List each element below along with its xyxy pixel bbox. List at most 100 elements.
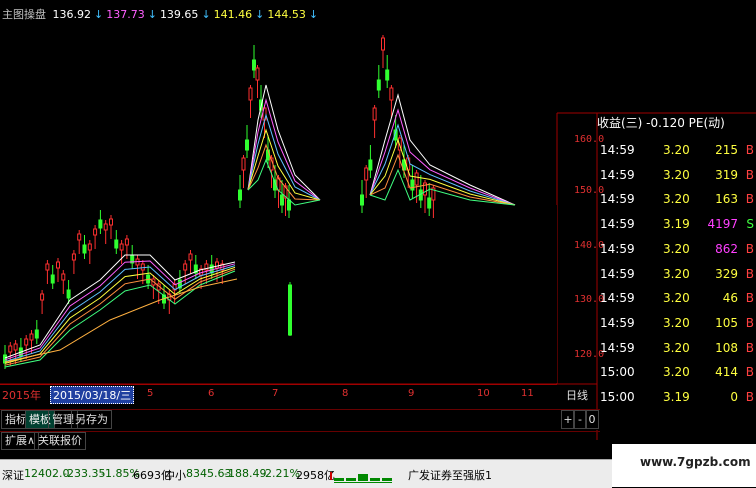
tick-time: 15:00	[600, 390, 635, 404]
month-label: 6	[208, 388, 215, 399]
tick-row: 14:59 3.20 163 B	[600, 187, 756, 211]
tick-time: 14:59	[600, 340, 635, 355]
candle-body	[288, 284, 292, 336]
tick-time: 14:59	[600, 143, 635, 157]
tick-time: 14:59	[600, 266, 635, 281]
candle-body	[24, 338, 29, 346]
candle-body	[140, 263, 145, 271]
sz-change: -233.35	[63, 467, 106, 480]
ma-value: 139.65	[159, 8, 199, 21]
zx-pct: -2.21%	[261, 467, 300, 480]
tab-save-as[interactable]: 另存为	[71, 410, 112, 429]
tick-volume: 414	[715, 365, 738, 380]
tick-price: 3.20	[663, 340, 690, 355]
period-selector[interactable]: 日线	[566, 387, 588, 403]
candle-body	[376, 79, 381, 91]
candle-body	[61, 273, 66, 281]
tick-time: 15:00	[600, 365, 635, 380]
tick-row: 14:59 3.20 329 B	[600, 262, 756, 286]
candle-body	[427, 197, 432, 209]
candle-body	[360, 194, 364, 206]
month-label: 8	[342, 388, 349, 399]
tick-time: 14:59	[600, 217, 635, 232]
tick-side: S	[746, 217, 754, 232]
candle-body	[188, 253, 193, 261]
tick-price: 3.20	[663, 143, 690, 157]
candle-body	[66, 289, 71, 299]
candle-body	[50, 274, 55, 284]
candle-body	[56, 261, 60, 269]
tick-time: 14:59	[600, 315, 635, 330]
tick-price: 3.20	[663, 167, 690, 182]
related-quote-button[interactable]: 关联报价	[34, 432, 86, 450]
candle-body	[124, 238, 129, 246]
tick-row: 15:00 3.20 414 B	[600, 360, 756, 384]
candle-body	[364, 167, 369, 181]
tick-volume: 0	[730, 390, 738, 404]
candle-body	[385, 69, 390, 81]
candle-body	[45, 263, 50, 271]
candle-body	[93, 228, 98, 236]
arrow-down-icon: ↓	[201, 8, 211, 21]
candle-body	[238, 189, 242, 201]
month-label: 7	[272, 388, 279, 399]
tick-side: B	[745, 143, 754, 157]
candle-body	[114, 239, 119, 249]
arrow-down-icon: ↓	[308, 8, 319, 21]
arrow-down-icon: ↓	[147, 8, 157, 21]
tick-side: B	[745, 315, 754, 330]
candle-body	[183, 263, 188, 271]
candle-body	[119, 243, 124, 251]
tick-side: B	[745, 390, 754, 404]
tick-price: 3.19	[663, 390, 690, 404]
broker-label: 广发证券至强版1	[408, 469, 492, 482]
candle-body	[29, 333, 34, 341]
candle-body	[98, 219, 103, 229]
candle-body	[71, 253, 76, 261]
candle-body	[410, 179, 415, 191]
indicator-legend: 主图操盘 136.92 ↓ 137.73 ↓ 139.65 ↓ 141.46 ↓ 144.53 ↓	[2, 8, 324, 22]
ma-value: 137.73	[106, 8, 145, 21]
candle-body	[252, 59, 256, 71]
expand-bar	[0, 431, 600, 450]
tick-row: 14:59 3.20 46 B	[600, 286, 756, 310]
selected-date[interactable]: 2015/03/18/三	[50, 386, 135, 404]
tick-time: 14:59	[600, 167, 635, 182]
tick-volume: 862	[715, 241, 738, 256]
tick-row: 14:59 3.20 215 B	[600, 138, 756, 162]
tick-row: 14:59 3.19 4197 S	[600, 212, 756, 236]
tick-price: 3.20	[663, 241, 690, 256]
candle-body	[241, 157, 246, 171]
tick-row: 14:59 3.20 108 B	[600, 336, 756, 360]
year-label: 2015年	[2, 389, 41, 402]
status-bar: 深证 12402.0 -233.35 -1.85% 6693亿 中小 8345.…	[0, 459, 612, 488]
tick-volume: 319	[715, 167, 738, 182]
sz-label: 深证	[2, 469, 24, 482]
tick-volume: 329	[715, 266, 738, 281]
candle-body	[13, 343, 18, 351]
month-label: 5	[147, 388, 154, 399]
ma-value: 141.46	[213, 8, 253, 21]
ma-value: 144.53	[267, 8, 306, 21]
zx-label: 中小	[164, 469, 186, 482]
month-label: 9	[408, 388, 415, 399]
tick-volume: 108	[715, 340, 738, 355]
stats-header: 收益(三) -0.120 PE(动)	[597, 116, 725, 130]
tick-price: 3.20	[663, 291, 690, 306]
tick-row: 14:59 3.20 862 B	[600, 237, 756, 261]
candle-body	[381, 37, 385, 51]
candle-body	[255, 67, 260, 81]
tick-volume: 163	[715, 192, 738, 207]
candle-body	[8, 345, 13, 353]
zoom-reset-button[interactable]: 0	[585, 410, 599, 429]
tick-time: 14:59	[600, 241, 635, 256]
candle-body	[40, 293, 45, 301]
tick-row: 14:59 3.20 319 B	[600, 163, 756, 187]
tick-side: B	[745, 266, 754, 281]
tick-price: 3.20	[663, 315, 690, 330]
watermark: www.7gpzb.com	[640, 455, 751, 469]
candle-body	[368, 159, 373, 171]
tick-time: 14:59	[600, 291, 635, 306]
tick-volume: 215	[715, 143, 738, 157]
signal-bars-icon	[330, 464, 400, 487]
